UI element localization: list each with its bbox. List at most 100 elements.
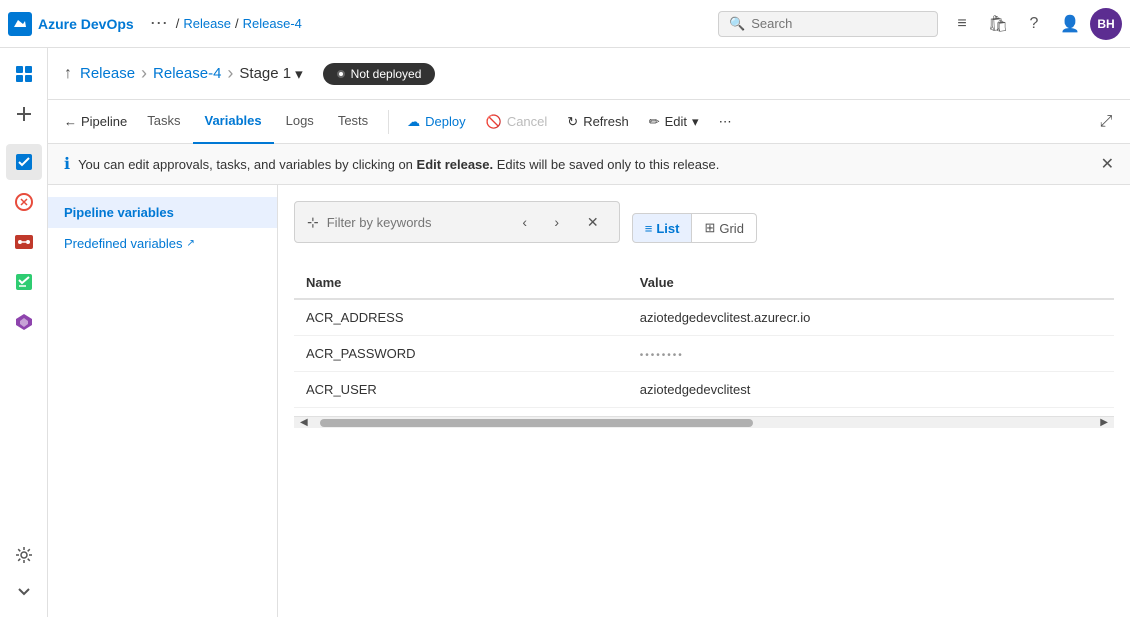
- list-view-icon: ≡: [645, 221, 653, 236]
- filter-input[interactable]: [327, 215, 503, 230]
- avatar[interactable]: BH: [1090, 8, 1122, 40]
- info-icon: ℹ: [64, 154, 70, 174]
- content-area: ↑ Release › Release-4 › Stage 1 ▾ Not de…: [48, 48, 1130, 617]
- grid-view-icon: ⊞: [704, 220, 715, 236]
- shopping-bag-icon-button[interactable]: 🛍: [982, 8, 1014, 40]
- edit-icon: ✏: [649, 114, 660, 130]
- breadcrumb-sep1: /: [176, 16, 180, 31]
- pipeline-tab-label: Pipeline: [81, 114, 127, 129]
- list-icon-button[interactable]: ≡: [946, 8, 978, 40]
- var-value-acr-password: ••••••••: [628, 336, 1114, 372]
- status-text: Not deployed: [351, 67, 422, 81]
- grid-view-button[interactable]: ⊞ Grid: [692, 213, 756, 243]
- status-dot: [337, 70, 345, 78]
- release4-link[interactable]: Release-4: [153, 65, 221, 82]
- tab-logs[interactable]: Logs: [274, 100, 326, 144]
- release-breadcrumb: Release › Release-4 › Stage 1 ▾: [80, 63, 303, 84]
- info-text: You can edit approvals, tasks, and varia…: [78, 157, 719, 172]
- sidebar-repos-icon[interactable]: [6, 184, 42, 220]
- stage-dropdown-icon: ▾: [295, 65, 303, 83]
- table-row: ACR_USER aziotedgedevclitest: [294, 372, 1114, 408]
- scrollbar-track[interactable]: [310, 419, 1099, 427]
- breadcrumb: / Release / Release-4: [176, 16, 302, 31]
- sidebar: [0, 48, 48, 617]
- sidebar-bottom: [6, 537, 42, 609]
- stage-label: Stage 1: [239, 65, 291, 82]
- cancel-button[interactable]: 🚫 Cancel: [476, 109, 558, 135]
- password-mask: ••••••••: [640, 350, 684, 361]
- release-nav-icon: ↑: [64, 65, 72, 83]
- tab-pipeline-back[interactable]: ← Pipeline: [56, 114, 135, 129]
- sidebar-item-predefined-variables[interactable]: Predefined variables ↗: [48, 228, 277, 259]
- variables-table: Name Value ACR_ADDRESS aziotedgedevclite…: [294, 267, 1114, 408]
- var-value-acr-address: aziotedgedevclitest.azurecr.io: [628, 299, 1114, 336]
- refresh-button[interactable]: ↻ Refresh: [557, 109, 638, 135]
- top-bar-icons: ≡ 🛍 ? 👤 BH: [946, 8, 1122, 40]
- search-input[interactable]: [751, 16, 911, 31]
- tab-bar: ← Pipeline Tasks Variables Logs Tests ☁ …: [48, 100, 1130, 144]
- app-menu-button[interactable]: ⋯: [150, 13, 168, 34]
- sidebar-expand-icon[interactable]: [6, 573, 42, 609]
- table-row: ACR_PASSWORD ••••••••: [294, 336, 1114, 372]
- status-badge: Not deployed: [323, 63, 436, 85]
- var-name-acr-password: ACR_PASSWORD: [294, 336, 628, 372]
- sidebar-home-icon[interactable]: [6, 56, 42, 92]
- breadcrumb-release-link[interactable]: Release: [183, 16, 231, 31]
- sidebar-pipelines-icon[interactable]: [6, 224, 42, 260]
- filter-prev-button[interactable]: ‹: [511, 208, 539, 236]
- release-link[interactable]: Release: [80, 65, 135, 82]
- filter-bar: ⊹ ‹ › ✕: [294, 201, 620, 243]
- sidebar-artifacts-icon[interactable]: [6, 304, 42, 340]
- info-bar: ℹ You can edit approvals, tasks, and var…: [48, 144, 1130, 185]
- var-name-acr-address: ACR_ADDRESS: [294, 299, 628, 336]
- edit-dropdown-icon: ▾: [692, 114, 699, 130]
- col-name-header: Name: [294, 267, 628, 299]
- sidebar-boards-icon[interactable]: [6, 144, 42, 180]
- table-header-row: Name Value: [294, 267, 1114, 299]
- scrollbar-thumb[interactable]: [320, 419, 754, 427]
- cancel-icon: 🚫: [486, 114, 502, 130]
- horizontal-scrollbar[interactable]: ◀ ▶: [294, 416, 1114, 428]
- breadcrumb-sep2: /: [235, 16, 239, 31]
- filter-next-button[interactable]: ›: [543, 208, 571, 236]
- variables-sidebar: Pipeline variables Predefined variables …: [48, 185, 278, 617]
- azure-devops-logo: [8, 12, 32, 36]
- deploy-icon: ☁: [407, 114, 420, 130]
- top-bar: Azure DevOps ⋯ / Release / Release-4 🔍 ≡…: [0, 0, 1130, 48]
- search-box[interactable]: 🔍: [718, 11, 938, 37]
- release-sep1: ›: [141, 63, 147, 84]
- scroll-right-arrow[interactable]: ▶: [1098, 417, 1110, 428]
- filter-clear-button[interactable]: ✕: [579, 208, 607, 236]
- sidebar-testplans-icon[interactable]: [6, 264, 42, 300]
- info-close-button[interactable]: ✕: [1101, 154, 1114, 174]
- filter-nav: ‹ ›: [511, 208, 571, 236]
- list-view-button[interactable]: ≡ List: [632, 213, 693, 243]
- tab-tests[interactable]: Tests: [326, 100, 380, 144]
- search-icon: 🔍: [729, 16, 745, 32]
- variables-table-area: ⊹ ‹ › ✕ ≡ List ⊞: [278, 185, 1130, 617]
- stage-dropdown[interactable]: Stage 1 ▾: [239, 65, 302, 83]
- col-value-header: Value: [628, 267, 1114, 299]
- edit-button[interactable]: ✏ Edit ▾: [639, 109, 709, 135]
- table-row: ACR_ADDRESS aziotedgedevclitest.azurecr.…: [294, 299, 1114, 336]
- logo-text: Azure DevOps: [38, 16, 134, 32]
- tab-variables[interactable]: Variables: [193, 100, 274, 144]
- var-value-acr-user: aziotedgedevclitest: [628, 372, 1114, 408]
- more-button[interactable]: ⋯: [709, 109, 742, 135]
- refresh-icon: ↻: [567, 114, 578, 130]
- external-link-icon: ↗: [187, 238, 195, 249]
- sidebar-item-pipeline-variables[interactable]: Pipeline variables: [48, 197, 277, 228]
- user-settings-icon-button[interactable]: 👤: [1054, 8, 1086, 40]
- var-name-acr-user: ACR_USER: [294, 372, 628, 408]
- tab-tasks[interactable]: Tasks: [135, 100, 192, 144]
- release-sep2: ›: [227, 63, 233, 84]
- deploy-button[interactable]: ☁ Deploy: [397, 109, 475, 135]
- scroll-left-arrow[interactable]: ◀: [298, 417, 310, 428]
- variables-panel: Pipeline variables Predefined variables …: [48, 185, 1130, 617]
- filter-row: ⊹ ‹ › ✕ ≡ List ⊞: [294, 201, 1114, 255]
- sidebar-settings-icon[interactable]: [6, 537, 42, 573]
- help-icon-button[interactable]: ?: [1018, 8, 1050, 40]
- breadcrumb-release4-link[interactable]: Release-4: [243, 16, 302, 31]
- expand-button[interactable]: ⤢: [1090, 106, 1122, 138]
- sidebar-add-icon[interactable]: [6, 96, 42, 132]
